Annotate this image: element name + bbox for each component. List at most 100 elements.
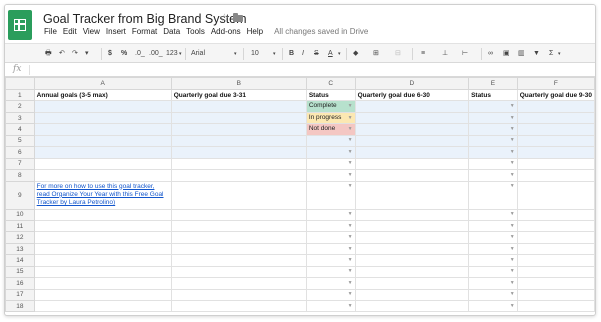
status-dropdown-cell[interactable]: ▼ (468, 157, 518, 171)
row-header[interactable]: 17 (5, 288, 35, 302)
borders-icon[interactable]: ⊞ (373, 49, 379, 59)
status-dropdown-cell[interactable]: ▼ (305, 288, 356, 302)
filter-icon[interactable]: ▼ (533, 49, 540, 59)
font-size-select[interactable]: 10 (251, 49, 259, 59)
status-dropdown-cell[interactable]: ▼ (468, 111, 518, 125)
chevron-down-icon[interactable]: ▼ (348, 159, 353, 168)
cell[interactable] (354, 242, 470, 256)
menu-data[interactable]: Data (160, 27, 183, 36)
chevron-down-icon[interactable]: ▼ (348, 245, 353, 254)
cell[interactable] (354, 299, 470, 313)
increase-decimals-button[interactable]: .00_ (149, 49, 163, 59)
row-header[interactable]: 9 (5, 180, 35, 210)
cell[interactable] (516, 299, 595, 313)
cell[interactable] (516, 265, 595, 279)
text-wrap-icon[interactable]: ⊢ (462, 49, 468, 59)
cell[interactable]: Quarterly goal due 6-30 (354, 88, 470, 102)
cell[interactable] (516, 242, 595, 256)
cell[interactable] (33, 169, 172, 182)
chevron-down-icon[interactable]: ▼ (510, 222, 515, 231)
formula-input[interactable] (29, 65, 591, 75)
row-header[interactable]: 11 (5, 219, 35, 233)
chevron-down-icon[interactable]: ▼ (348, 210, 353, 219)
cell[interactable] (170, 146, 307, 159)
paint-format-icon[interactable]: ▾ (85, 49, 89, 59)
chevron-down-icon[interactable]: ▼ (510, 114, 515, 123)
cell[interactable] (33, 219, 172, 233)
row-header[interactable]: 7 (5, 157, 35, 171)
chevron-down-icon[interactable]: ▼ (510, 171, 515, 180)
vertical-align-icon[interactable]: ⊥ (442, 49, 448, 59)
row-header[interactable]: 2 (5, 100, 35, 113)
cell[interactable] (33, 265, 172, 279)
chevron-down-icon[interactable]: ▾ (558, 49, 561, 59)
cell[interactable] (170, 208, 307, 221)
cell[interactable] (516, 123, 595, 136)
status-dropdown-cell[interactable]: ▼ (305, 277, 356, 290)
cell[interactable]: Status (468, 88, 518, 102)
cell[interactable] (170, 299, 307, 313)
folder-icon[interactable] (233, 13, 243, 22)
cell[interactable] (170, 123, 307, 136)
chevron-down-icon[interactable]: ▼ (510, 182, 515, 191)
status-dropdown-cell[interactable]: ▼ (305, 299, 356, 313)
cell[interactable] (33, 288, 172, 302)
cell[interactable] (354, 123, 470, 136)
link-icon[interactable]: ∞ (488, 49, 493, 59)
chevron-down-icon[interactable]: ▼ (510, 302, 515, 311)
menu-file[interactable]: File (41, 27, 60, 36)
status-dropdown-cell[interactable]: ▼ (468, 265, 518, 279)
status-dropdown-cell[interactable]: ▼ (468, 254, 518, 267)
cell[interactable] (354, 254, 470, 267)
status-dropdown-cell[interactable]: ▼ (468, 123, 518, 136)
cell[interactable] (354, 157, 470, 171)
redo-icon[interactable]: ↷ (72, 49, 78, 59)
chevron-down-icon[interactable]: ▼ (348, 233, 353, 242)
cell[interactable] (33, 111, 172, 125)
chevron-down-icon[interactable]: ▼ (510, 125, 515, 134)
chevron-down-icon[interactable]: ▼ (348, 125, 353, 134)
menu-tools[interactable]: Tools (183, 27, 208, 36)
cell[interactable] (516, 254, 595, 267)
status-dropdown-cell[interactable]: ▼ (468, 146, 518, 159)
horizontal-align-icon[interactable]: ≡ (421, 49, 425, 59)
status-dropdown-cell[interactable]: ▼ (468, 288, 518, 302)
column-header-c[interactable]: C (305, 77, 356, 90)
cell[interactable] (33, 242, 172, 256)
cell[interactable] (516, 100, 595, 113)
status-dropdown-cell[interactable]: ▼ (468, 277, 518, 290)
cell[interactable] (516, 111, 595, 125)
cell[interactable]: For more on how to use this goal tracker… (33, 180, 172, 210)
cell[interactable]: Quarterly goal due 9-30 (516, 88, 595, 102)
status-dropdown-cell[interactable]: ▼ (468, 299, 518, 313)
status-dropdown-cell[interactable]: ▼ (305, 157, 356, 171)
status-dropdown-cell[interactable]: ▼ (468, 219, 518, 233)
cell[interactable] (354, 180, 470, 210)
cell[interactable] (170, 180, 307, 210)
status-dropdown-cell[interactable]: ▼ (305, 134, 356, 148)
chevron-down-icon[interactable]: ▼ (510, 159, 515, 168)
chevron-down-icon[interactable]: ▼ (348, 267, 353, 276)
status-dropdown-cell[interactable]: ▼ (305, 254, 356, 267)
cell[interactable] (170, 169, 307, 182)
status-dropdown-cell[interactable]: In progress ▼ (305, 111, 356, 125)
menu-help[interactable]: Help (244, 27, 266, 36)
row-header[interactable]: 6 (5, 146, 35, 159)
cell[interactable] (516, 208, 595, 221)
cell[interactable] (33, 208, 172, 221)
column-header-a[interactable]: A (33, 77, 172, 90)
cell[interactable] (354, 208, 470, 221)
chevron-down-icon[interactable]: ▼ (348, 102, 353, 111)
cell[interactable] (170, 254, 307, 267)
column-header-f[interactable]: F (516, 77, 595, 90)
status-dropdown-cell[interactable]: ▼ (468, 100, 518, 113)
fill-color-icon[interactable]: ◆ (353, 49, 358, 59)
star-icon[interactable]: ☆ (219, 11, 230, 25)
cell[interactable] (170, 242, 307, 256)
select-all-corner[interactable] (5, 77, 35, 90)
comment-icon[interactable]: ▣ (503, 49, 510, 59)
row-header[interactable]: 5 (5, 134, 35, 148)
status-dropdown-cell[interactable]: ▼ (305, 208, 356, 221)
row-header[interactable]: 18 (5, 299, 35, 313)
cell[interactable] (33, 254, 172, 267)
